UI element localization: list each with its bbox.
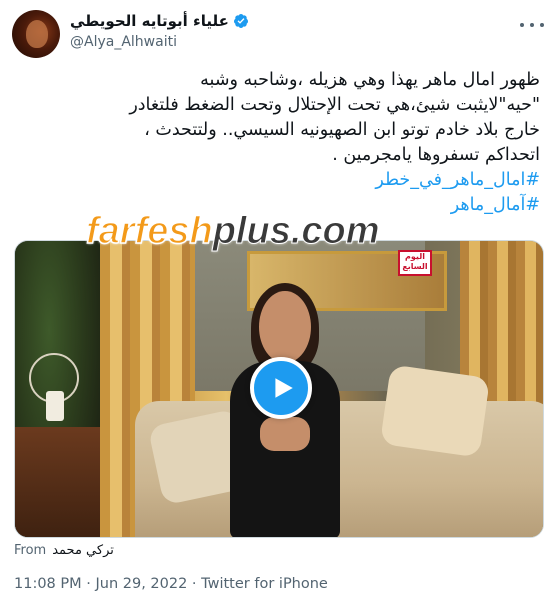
media-attribution: From تركي محمد: [14, 543, 114, 558]
verified-badge-icon: [233, 14, 248, 28]
tweet-meta: 11:08 PM · Jun 29, 2022 · Twitter for iP…: [14, 576, 328, 592]
hashtag-link[interactable]: #آمال_ماهر: [451, 195, 540, 215]
user-info[interactable]: علياء أبوتايه الحويطي @Alya_Alhwaiti: [70, 12, 249, 50]
video-scene-pillow: [379, 364, 491, 458]
play-icon: [275, 378, 293, 398]
separator: ·: [81, 576, 96, 592]
display-name[interactable]: علياء أبوتايه الحويطي: [70, 12, 229, 30]
watermark-sub: plus.com: [212, 210, 380, 253]
user-handle[interactable]: @Alya_Alhwaiti: [70, 34, 249, 50]
video-player[interactable]: [14, 240, 544, 538]
avatar[interactable]: [12, 10, 60, 58]
tweet-line: اتحداكم تسفروها يامجرمين .: [332, 145, 540, 165]
video-scene-person-hands: [260, 417, 310, 451]
more-icon[interactable]: [520, 16, 544, 34]
video-scene-person-face: [259, 291, 311, 363]
video-scene-candle: [46, 391, 64, 421]
watermark-main: farfesh: [85, 209, 213, 253]
watermark: farfesh plus.com: [85, 209, 380, 258]
tweet-line: ظهور امال ماهر يهذا وهي هزيله ،وشاحبه وش…: [200, 70, 540, 90]
hashtag-link[interactable]: #امال_ماهر_في_خطر: [375, 170, 540, 190]
tweet-time[interactable]: 11:08 PM: [14, 576, 82, 592]
tweet-header: علياء أبوتايه الحويطي @Alya_Alhwaiti: [12, 10, 544, 60]
tweet-date[interactable]: Jun 29, 2022: [95, 576, 187, 592]
from-name-link[interactable]: تركي محمد: [52, 543, 114, 558]
separator: ·: [187, 576, 202, 592]
play-button[interactable]: [250, 357, 312, 419]
tweet-source: Twitter for iPhone: [201, 576, 328, 592]
display-name-row[interactable]: علياء أبوتايه الحويطي: [70, 12, 249, 30]
tweet-line: "حيه"لايثبت شيئ،هي تحت الإحتلال وتحت الض…: [129, 95, 540, 115]
tweet-text: ظهور امال ماهر يهذا وهي هزيله ،وشاحبه وش…: [14, 68, 540, 218]
tweet-line: خارج بلاد خادم توتو ابن الصهيونيه السيسي…: [144, 120, 540, 140]
channel-logo: اليوم السابع: [398, 250, 432, 276]
from-label: From: [14, 543, 47, 558]
